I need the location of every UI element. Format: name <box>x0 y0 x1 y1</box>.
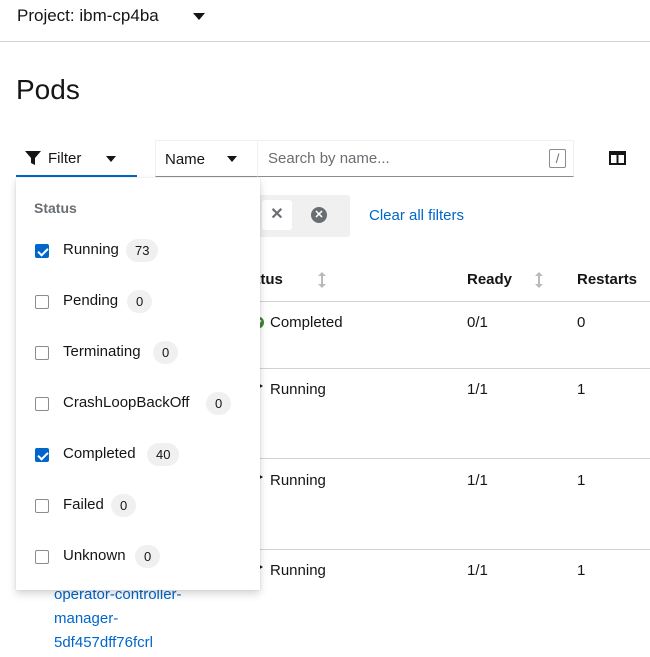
filter-toggle-button[interactable]: Filter <box>16 140 137 177</box>
page-title: Pods <box>16 74 80 105</box>
filter-option-label: Pending <box>63 292 119 309</box>
filter-option-crashloopbackoff[interactable]: CrashLoopBackOff 0 <box>16 383 260 423</box>
checkbox[interactable] <box>35 397 49 411</box>
filter-option-label: Terminating <box>63 343 141 360</box>
pod-ready: 1/1 <box>467 562 488 579</box>
sort-icon[interactable] <box>318 272 326 288</box>
filter-option-running[interactable]: Running 73 <box>16 230 260 270</box>
pod-status: Running <box>270 381 326 398</box>
pod-ready: 0/1 <box>467 314 488 331</box>
chip-group-close-icon[interactable]: ✕ <box>311 207 327 223</box>
caret-down-icon[interactable] <box>193 13 205 20</box>
project-selector-bar: Project: ibm-cp4ba <box>0 0 650 42</box>
count-badge: 73 <box>126 239 159 262</box>
table-divider <box>250 301 650 302</box>
count-badge: 40 <box>147 443 180 466</box>
project-selector[interactable]: Project: ibm-cp4ba <box>17 6 159 26</box>
filter-chip-group: ✕ ✕ <box>250 195 350 237</box>
filter-option-label: Unknown <box>63 547 126 564</box>
pod-restarts: 0 <box>577 314 586 331</box>
checkbox[interactable] <box>35 550 49 564</box>
checkbox[interactable] <box>35 244 49 258</box>
pod-name-line: 5df457dff76fcrl <box>54 634 153 651</box>
pod-restarts: 1 <box>577 381 586 398</box>
filter-option-label: Completed <box>63 445 136 462</box>
search-input[interactable] <box>258 141 543 176</box>
filter-option-completed[interactable]: Completed 40 <box>16 434 260 474</box>
pod-status: Running <box>270 562 326 579</box>
clear-all-filters-link[interactable]: Clear all filters <box>369 207 464 224</box>
checkbox[interactable] <box>35 295 49 309</box>
count-badge: 0 <box>135 545 161 568</box>
checkbox[interactable] <box>35 448 49 462</box>
checkbox[interactable] <box>35 499 49 513</box>
pod-status: Completed <box>270 314 343 331</box>
column-header-restarts[interactable]: Restarts <box>577 271 637 288</box>
chip-remove-icon[interactable]: ✕ <box>262 200 292 230</box>
filter-option-terminating[interactable]: Terminating 0 <box>16 332 260 372</box>
keyboard-shortcut-hint: / <box>549 149 566 168</box>
filter-option-label: Failed <box>63 496 104 513</box>
checkbox[interactable] <box>35 346 49 360</box>
filter-toggle-label: Filter <box>48 150 82 167</box>
pod-name-link[interactable]: operator-controller- manager- 5df457dff7… <box>54 583 182 655</box>
count-badge: 0 <box>111 494 137 517</box>
table-divider <box>250 549 650 550</box>
search-box: / <box>257 140 574 177</box>
count-badge: 0 <box>127 290 153 313</box>
sort-icon[interactable] <box>535 272 543 288</box>
pod-name-line: manager- <box>54 610 119 627</box>
menu-group-title: Status <box>34 200 77 216</box>
count-badge: 0 <box>153 341 179 364</box>
table-divider <box>250 368 650 369</box>
caret-down-icon <box>106 156 116 162</box>
filter-option-unknown[interactable]: Unknown 0 <box>16 536 260 576</box>
table-divider <box>250 458 650 459</box>
filter-option-label: Running <box>63 241 119 258</box>
filter-option-pending[interactable]: Pending 0 <box>16 281 260 321</box>
manage-columns-icon[interactable] <box>609 151 626 165</box>
filter-attribute-select[interactable]: Name <box>155 140 258 177</box>
count-badge: 0 <box>206 392 232 415</box>
pod-restarts: 1 <box>577 562 586 579</box>
filter-icon <box>25 151 41 165</box>
pod-ready: 1/1 <box>467 472 488 489</box>
pod-ready: 1/1 <box>467 381 488 398</box>
column-header-ready[interactable]: Ready <box>467 271 512 288</box>
pod-status: Running <box>270 472 326 489</box>
filter-option-label: CrashLoopBackOff <box>63 394 190 411</box>
filter-option-failed[interactable]: Failed 0 <box>16 485 260 525</box>
pod-restarts: 1 <box>577 472 586 489</box>
caret-down-icon <box>227 156 237 162</box>
status-filter-menu: Status Running 73 Pending 0 Terminating … <box>16 178 260 590</box>
filter-attribute-label: Name <box>165 151 206 168</box>
